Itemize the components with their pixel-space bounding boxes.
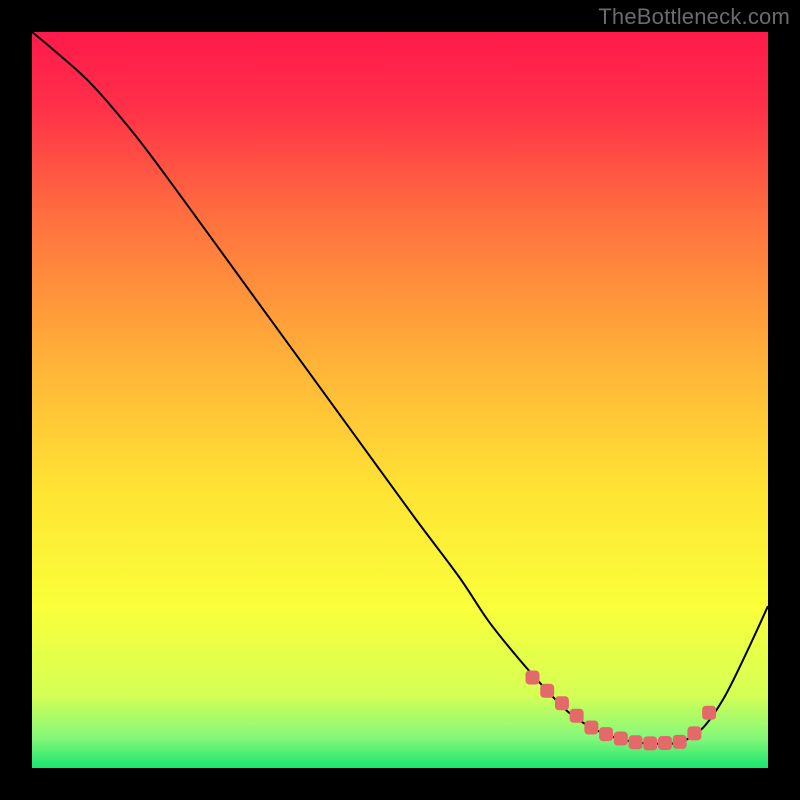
- chart-frame: TheBottleneck.com: [0, 0, 800, 800]
- optimal-marker: [658, 736, 672, 750]
- optimal-marker: [525, 670, 539, 684]
- optimal-marker: [599, 727, 613, 741]
- chart-svg: [32, 32, 768, 768]
- optimal-marker: [643, 736, 657, 750]
- optimal-marker: [614, 732, 628, 746]
- optimal-marker: [584, 721, 598, 735]
- plot-area: [32, 32, 768, 768]
- watermark-label: TheBottleneck.com: [598, 4, 790, 30]
- optimal-marker: [687, 726, 701, 740]
- optimal-marker: [673, 735, 687, 749]
- optimal-marker: [540, 684, 554, 698]
- optimal-marker: [702, 706, 716, 720]
- optimal-marker: [570, 709, 584, 723]
- gradient-background: [32, 32, 768, 768]
- optimal-marker: [555, 696, 569, 710]
- optimal-marker: [629, 735, 643, 749]
